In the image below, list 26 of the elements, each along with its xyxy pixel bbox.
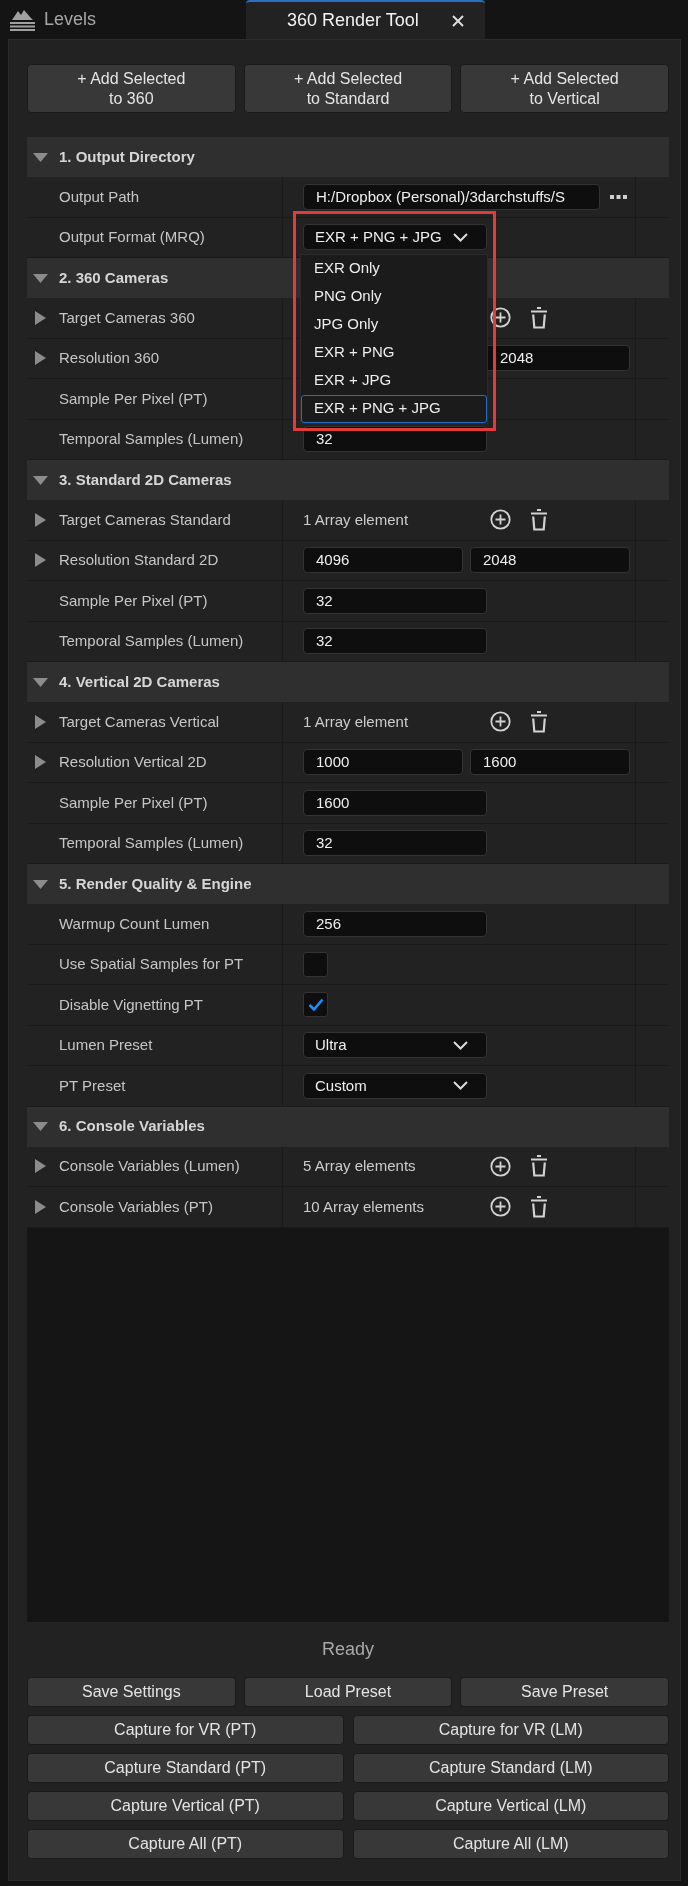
array-count: 5 Array elements [303,1156,416,1176]
field-label: Temporal Samples (Lumen) [59,833,244,853]
field-label: Resolution Vertical 2D [59,752,207,772]
field-label: Target Cameras Vertical [59,711,220,732]
array-count: 1 Array element [303,509,409,530]
status-text: Ready [322,1638,374,1661]
field-label: Sample Per Pixel (PT) [59,792,208,813]
field-label: Lumen Preset [59,1035,153,1055]
field-label: Temporal Samples (Lumen) [59,631,244,651]
field-label: Console Variables (PT) [59,1196,213,1217]
field-label: Target Cameras 360 [59,307,195,328]
field-label: PT Preset [59,1075,126,1096]
array-count: 10 Array elements [303,1196,424,1217]
field-label: Resolution Standard 2D [59,550,219,570]
field-label: Sample Per Pixel (PT) [59,590,208,611]
field-label: Temporal Samples (Lumen) [59,429,244,449]
field-label: Output Path [59,186,140,207]
field-label: Console Variables (Lumen) [59,1156,240,1176]
field-label: Disable Vignetting PT [59,994,203,1015]
field-label: Warmup Count Lumen [59,913,210,934]
field-label: Use Spatial Samples for PT [59,954,244,974]
field-label: Resolution 360 [59,348,160,368]
array-count: 1 Array element [303,711,409,732]
field-label: Output Format (MRQ) [59,227,205,247]
field-label: Sample Per Pixel (PT) [59,388,208,409]
field-label: Target Cameras Standard [59,509,231,530]
